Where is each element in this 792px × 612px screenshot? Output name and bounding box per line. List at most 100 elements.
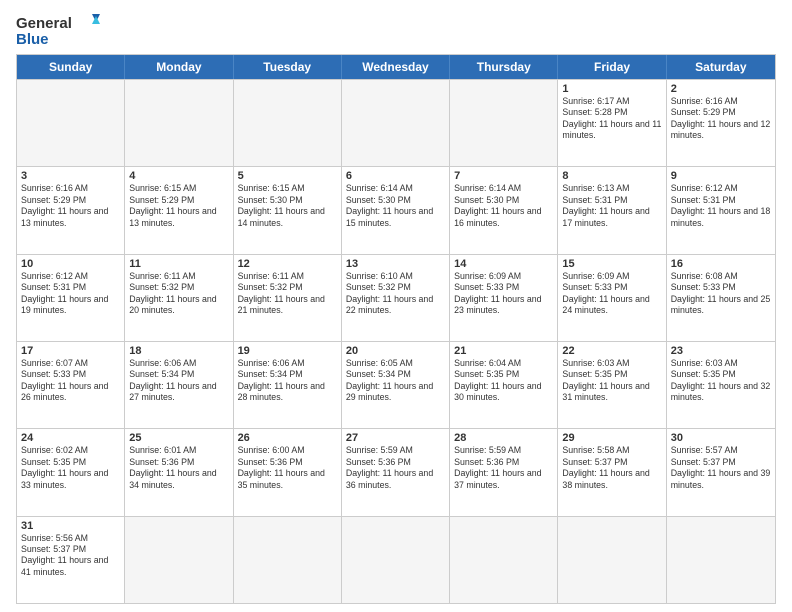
calendar-cell-8: 8Sunrise: 6:13 AM Sunset: 5:31 PM Daylig… bbox=[558, 167, 666, 253]
cell-sun-info: Sunrise: 5:58 AM Sunset: 5:37 PM Dayligh… bbox=[562, 445, 661, 491]
cell-date-number: 15 bbox=[562, 258, 661, 270]
cell-sun-info: Sunrise: 6:17 AM Sunset: 5:28 PM Dayligh… bbox=[562, 96, 661, 142]
calendar-cell-12: 12Sunrise: 6:11 AM Sunset: 5:32 PM Dayli… bbox=[234, 255, 342, 341]
empty-cell bbox=[17, 80, 125, 166]
cell-date-number: 12 bbox=[238, 258, 337, 270]
empty-cell bbox=[342, 517, 450, 603]
cell-date-number: 1 bbox=[562, 83, 661, 95]
cell-sun-info: Sunrise: 6:11 AM Sunset: 5:32 PM Dayligh… bbox=[238, 271, 337, 317]
week-row-3: 10Sunrise: 6:12 AM Sunset: 5:31 PM Dayli… bbox=[17, 254, 775, 341]
cell-sun-info: Sunrise: 6:03 AM Sunset: 5:35 PM Dayligh… bbox=[671, 358, 771, 404]
calendar-cell-24: 24Sunrise: 6:02 AM Sunset: 5:35 PM Dayli… bbox=[17, 429, 125, 515]
cell-date-number: 4 bbox=[129, 170, 228, 182]
cell-sun-info: Sunrise: 6:08 AM Sunset: 5:33 PM Dayligh… bbox=[671, 271, 771, 317]
cell-date-number: 31 bbox=[21, 520, 120, 532]
cell-date-number: 24 bbox=[21, 432, 120, 444]
calendar-cell-5: 5Sunrise: 6:15 AM Sunset: 5:30 PM Daylig… bbox=[234, 167, 342, 253]
calendar-cell-28: 28Sunrise: 5:59 AM Sunset: 5:36 PM Dayli… bbox=[450, 429, 558, 515]
cell-sun-info: Sunrise: 5:59 AM Sunset: 5:36 PM Dayligh… bbox=[346, 445, 445, 491]
generalblue-logo-icon: General Blue bbox=[16, 12, 106, 48]
calendar-cell-9: 9Sunrise: 6:12 AM Sunset: 5:31 PM Daylig… bbox=[667, 167, 775, 253]
cell-sun-info: Sunrise: 6:14 AM Sunset: 5:30 PM Dayligh… bbox=[346, 183, 445, 229]
cell-date-number: 14 bbox=[454, 258, 553, 270]
logo: General Blue bbox=[16, 12, 106, 48]
cell-sun-info: Sunrise: 5:57 AM Sunset: 5:37 PM Dayligh… bbox=[671, 445, 771, 491]
empty-cell bbox=[450, 517, 558, 603]
cell-sun-info: Sunrise: 6:06 AM Sunset: 5:34 PM Dayligh… bbox=[238, 358, 337, 404]
cell-sun-info: Sunrise: 6:09 AM Sunset: 5:33 PM Dayligh… bbox=[454, 271, 553, 317]
cell-sun-info: Sunrise: 6:12 AM Sunset: 5:31 PM Dayligh… bbox=[21, 271, 120, 317]
cell-date-number: 11 bbox=[129, 258, 228, 270]
empty-cell bbox=[342, 80, 450, 166]
day-header-friday: Friday bbox=[558, 55, 666, 79]
calendar-cell-11: 11Sunrise: 6:11 AM Sunset: 5:32 PM Dayli… bbox=[125, 255, 233, 341]
calendar-cell-29: 29Sunrise: 5:58 AM Sunset: 5:37 PM Dayli… bbox=[558, 429, 666, 515]
calendar-cell-20: 20Sunrise: 6:05 AM Sunset: 5:34 PM Dayli… bbox=[342, 342, 450, 428]
empty-cell bbox=[125, 80, 233, 166]
cell-date-number: 25 bbox=[129, 432, 228, 444]
cell-sun-info: Sunrise: 6:16 AM Sunset: 5:29 PM Dayligh… bbox=[671, 96, 771, 142]
cell-sun-info: Sunrise: 6:06 AM Sunset: 5:34 PM Dayligh… bbox=[129, 358, 228, 404]
cell-sun-info: Sunrise: 6:13 AM Sunset: 5:31 PM Dayligh… bbox=[562, 183, 661, 229]
calendar-cell-22: 22Sunrise: 6:03 AM Sunset: 5:35 PM Dayli… bbox=[558, 342, 666, 428]
cell-date-number: 21 bbox=[454, 345, 553, 357]
day-header-sunday: Sunday bbox=[17, 55, 125, 79]
cell-date-number: 30 bbox=[671, 432, 771, 444]
calendar-cell-1: 1Sunrise: 6:17 AM Sunset: 5:28 PM Daylig… bbox=[558, 80, 666, 166]
day-header-wednesday: Wednesday bbox=[342, 55, 450, 79]
cell-date-number: 13 bbox=[346, 258, 445, 270]
calendar-cell-30: 30Sunrise: 5:57 AM Sunset: 5:37 PM Dayli… bbox=[667, 429, 775, 515]
empty-cell bbox=[667, 517, 775, 603]
cell-date-number: 10 bbox=[21, 258, 120, 270]
empty-cell bbox=[234, 517, 342, 603]
cell-date-number: 2 bbox=[671, 83, 771, 95]
calendar-cell-3: 3Sunrise: 6:16 AM Sunset: 5:29 PM Daylig… bbox=[17, 167, 125, 253]
empty-cell bbox=[125, 517, 233, 603]
cell-date-number: 20 bbox=[346, 345, 445, 357]
cell-date-number: 27 bbox=[346, 432, 445, 444]
cell-date-number: 17 bbox=[21, 345, 120, 357]
calendar-cell-21: 21Sunrise: 6:04 AM Sunset: 5:35 PM Dayli… bbox=[450, 342, 558, 428]
calendar-cell-23: 23Sunrise: 6:03 AM Sunset: 5:35 PM Dayli… bbox=[667, 342, 775, 428]
day-header-tuesday: Tuesday bbox=[234, 55, 342, 79]
empty-cell bbox=[558, 517, 666, 603]
calendar-cell-19: 19Sunrise: 6:06 AM Sunset: 5:34 PM Dayli… bbox=[234, 342, 342, 428]
week-row-1: 1Sunrise: 6:17 AM Sunset: 5:28 PM Daylig… bbox=[17, 79, 775, 166]
cell-date-number: 8 bbox=[562, 170, 661, 182]
cell-sun-info: Sunrise: 6:09 AM Sunset: 5:33 PM Dayligh… bbox=[562, 271, 661, 317]
cell-date-number: 19 bbox=[238, 345, 337, 357]
calendar-cell-27: 27Sunrise: 5:59 AM Sunset: 5:36 PM Dayli… bbox=[342, 429, 450, 515]
cell-sun-info: Sunrise: 5:59 AM Sunset: 5:36 PM Dayligh… bbox=[454, 445, 553, 491]
cell-date-number: 29 bbox=[562, 432, 661, 444]
cell-date-number: 26 bbox=[238, 432, 337, 444]
cell-sun-info: Sunrise: 6:07 AM Sunset: 5:33 PM Dayligh… bbox=[21, 358, 120, 404]
week-row-2: 3Sunrise: 6:16 AM Sunset: 5:29 PM Daylig… bbox=[17, 166, 775, 253]
calendar-cell-16: 16Sunrise: 6:08 AM Sunset: 5:33 PM Dayli… bbox=[667, 255, 775, 341]
cell-date-number: 9 bbox=[671, 170, 771, 182]
cell-sun-info: Sunrise: 6:15 AM Sunset: 5:29 PM Dayligh… bbox=[129, 183, 228, 229]
calendar-cell-7: 7Sunrise: 6:14 AM Sunset: 5:30 PM Daylig… bbox=[450, 167, 558, 253]
calendar-cell-26: 26Sunrise: 6:00 AM Sunset: 5:36 PM Dayli… bbox=[234, 429, 342, 515]
svg-text:General: General bbox=[16, 15, 72, 32]
cell-date-number: 16 bbox=[671, 258, 771, 270]
week-row-6: 31Sunrise: 5:56 AM Sunset: 5:37 PM Dayli… bbox=[17, 516, 775, 603]
cell-date-number: 18 bbox=[129, 345, 228, 357]
header: General Blue bbox=[16, 12, 776, 48]
page: General Blue SundayMondayTuesdayWednesda… bbox=[0, 0, 792, 612]
cell-sun-info: Sunrise: 6:04 AM Sunset: 5:35 PM Dayligh… bbox=[454, 358, 553, 404]
cell-sun-info: Sunrise: 6:00 AM Sunset: 5:36 PM Dayligh… bbox=[238, 445, 337, 491]
empty-cell bbox=[234, 80, 342, 166]
cell-date-number: 23 bbox=[671, 345, 771, 357]
cell-date-number: 7 bbox=[454, 170, 553, 182]
day-headers-row: SundayMondayTuesdayWednesdayThursdayFrid… bbox=[17, 55, 775, 79]
calendar-cell-6: 6Sunrise: 6:14 AM Sunset: 5:30 PM Daylig… bbox=[342, 167, 450, 253]
cell-sun-info: Sunrise: 6:05 AM Sunset: 5:34 PM Dayligh… bbox=[346, 358, 445, 404]
cell-sun-info: Sunrise: 6:02 AM Sunset: 5:35 PM Dayligh… bbox=[21, 445, 120, 491]
cell-sun-info: Sunrise: 6:10 AM Sunset: 5:32 PM Dayligh… bbox=[346, 271, 445, 317]
cell-sun-info: Sunrise: 6:14 AM Sunset: 5:30 PM Dayligh… bbox=[454, 183, 553, 229]
cell-sun-info: Sunrise: 6:16 AM Sunset: 5:29 PM Dayligh… bbox=[21, 183, 120, 229]
cell-date-number: 5 bbox=[238, 170, 337, 182]
day-header-monday: Monday bbox=[125, 55, 233, 79]
svg-text:Blue: Blue bbox=[16, 31, 49, 48]
cell-sun-info: Sunrise: 6:11 AM Sunset: 5:32 PM Dayligh… bbox=[129, 271, 228, 317]
